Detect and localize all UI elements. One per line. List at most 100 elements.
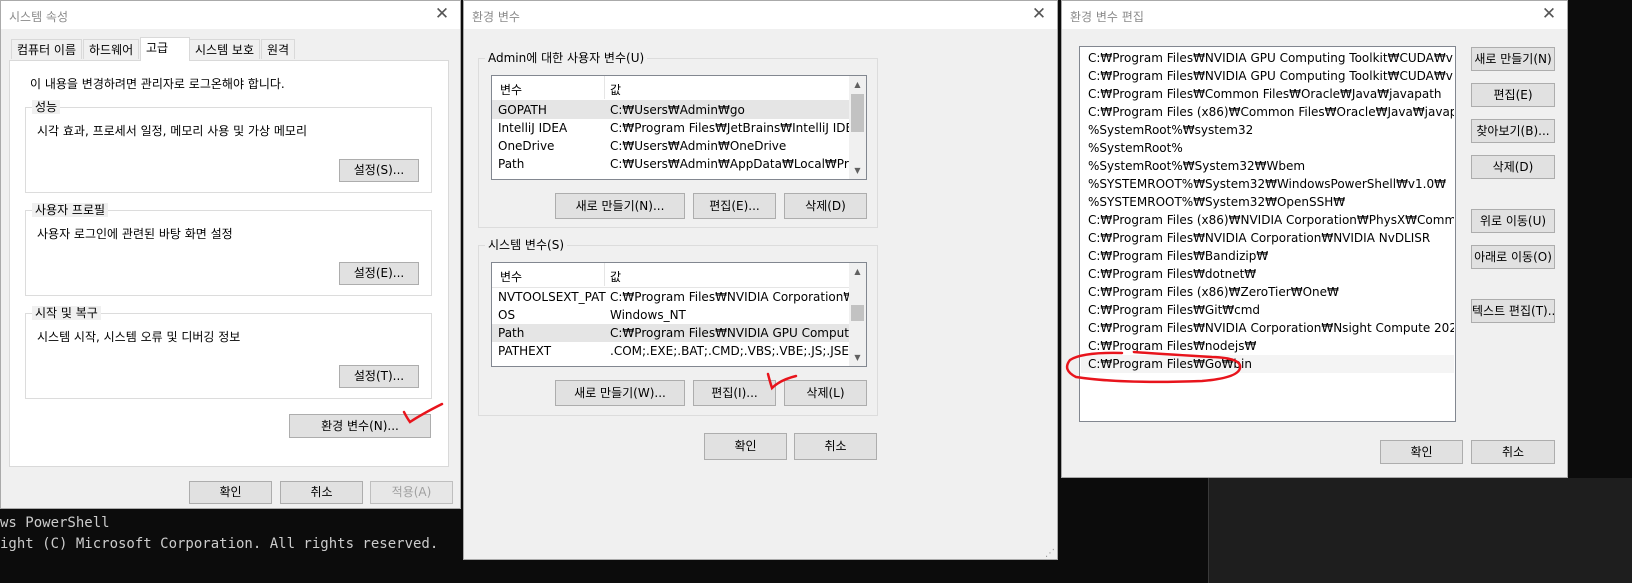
group-label: 성능 [32, 100, 61, 114]
path-entry[interactable]: C:₩Program Files (x86)₩ZeroTier₩One₩ [1081, 283, 1454, 301]
list-item[interactable]: OS Windows_NT [492, 306, 850, 324]
title-bar: 환경 변수 편집 ✕ [1062, 1, 1567, 29]
cancel-button[interactable]: 취소 [280, 481, 363, 504]
path-entry[interactable]: C:₩Program Files₩NVIDIA Corporation₩Nsig… [1081, 319, 1454, 337]
path-entry[interactable]: C:₩Program Files (x86)₩NVIDIA Corporatio… [1081, 211, 1454, 229]
scroll-down-icon[interactable]: ▼ [849, 162, 866, 179]
move-up-button[interactable]: 위로 이동(U) [1471, 209, 1555, 233]
list-item[interactable]: Path C:₩Users₩Admin₩AppData₩Local₩Progra… [492, 155, 850, 173]
scrollbar-thumb[interactable] [851, 94, 864, 132]
path-entry[interactable]: %SystemRoot%₩System32₩Wbem [1081, 157, 1454, 175]
variable-name: OS [498, 308, 516, 322]
resize-grip-icon[interactable]: ⋰ [1045, 548, 1055, 559]
tab-system-protection[interactable]: 시스템 보호 [189, 39, 261, 59]
column-header-value[interactable]: 값 [610, 268, 621, 285]
cancel-button[interactable]: 취소 [1471, 440, 1555, 464]
close-icon[interactable]: ✕ [1531, 1, 1567, 29]
list-item[interactable]: IntelliJ IDEA C:₩Program Files₩JetBrains… [492, 119, 850, 137]
path-entry[interactable]: C:₩Program Files (x86)₩Common Files₩Orac… [1081, 103, 1454, 121]
path-entry[interactable]: %SystemRoot%₩system32 [1081, 121, 1454, 139]
close-icon[interactable]: ✕ [1021, 1, 1057, 29]
path-entry[interactable]: C:₩Program Files₩Bandizip₩ [1081, 247, 1454, 265]
scroll-up-icon[interactable]: ▲ [849, 263, 866, 280]
list-item[interactable]: NVTOOLSEXT_PATH C:₩Program Files₩NVIDIA … [492, 288, 850, 306]
tab-hardware[interactable]: 하드웨어 [83, 39, 140, 59]
variable-name: PATHEXT [498, 344, 552, 358]
tab-advanced[interactable]: 고급 [140, 37, 190, 61]
window-title: 환경 변수 편집 [1070, 10, 1144, 24]
variable-name: OneDrive [498, 139, 555, 153]
performance-settings-button[interactable]: 설정(S)... [339, 159, 419, 182]
user-delete-button[interactable]: 삭제(D) [784, 193, 867, 219]
path-entry[interactable]: C:₩Program Files₩Git₩cmd [1081, 301, 1454, 319]
close-icon[interactable]: ✕ [424, 1, 460, 29]
user-edit-button[interactable]: 편집(E)... [693, 193, 776, 219]
ok-button[interactable]: 확인 [704, 433, 787, 460]
column-header-variable[interactable]: 변수 [500, 81, 522, 98]
new-button[interactable]: 새로 만들기(N) [1471, 47, 1555, 71]
path-entries-list[interactable]: C:₩Program Files₩NVIDIA GPU Computing To… [1079, 46, 1456, 422]
scroll-up-icon[interactable]: ▲ [849, 76, 866, 93]
column-separator[interactable] [604, 76, 605, 99]
list-item[interactable]: Path C:₩Program Files₩NVIDIA GPU Computi… [492, 324, 850, 342]
path-entry[interactable]: %SYSTEMROOT%₩System32₩WindowsPowerShell₩… [1081, 175, 1454, 193]
column-header-value[interactable]: 값 [610, 81, 621, 98]
list-item[interactable]: OneDrive C:₩Users₩Admin₩OneDrive [492, 137, 850, 155]
path-entry-selected[interactable]: C:₩Program Files₩Go₩bin [1081, 355, 1454, 373]
group-description: 사용자 로그인에 관련된 바탕 화면 설정 [37, 227, 233, 241]
path-entry[interactable]: %SystemRoot% [1081, 139, 1454, 157]
variable-value: C:₩Users₩Admin₩AppData₩Local₩Progra... [610, 157, 850, 171]
scroll-down-icon[interactable]: ▼ [849, 349, 866, 366]
column-separator[interactable] [604, 263, 605, 286]
column-header-variable[interactable]: 변수 [500, 268, 522, 285]
system-new-button[interactable]: 새로 만들기(W)... [555, 380, 685, 406]
path-entry[interactable]: C:₩Program Files₩NVIDIA GPU Computing To… [1081, 67, 1454, 85]
list-item[interactable]: PATHEXT .COM;.EXE;.BAT;.CMD;.VBS;.VBE;.J… [492, 342, 850, 360]
tab-remote[interactable]: 원격 [261, 39, 296, 59]
group-label: 시작 및 복구 [32, 306, 101, 320]
variable-value: C:₩Program Files₩JetBrains₩IntelliJ IDEA… [610, 121, 850, 135]
startup-settings-button[interactable]: 설정(T)... [339, 365, 419, 388]
system-delete-button[interactable]: 삭제(L) [784, 380, 867, 406]
scrollbar-thumb[interactable] [851, 305, 864, 321]
path-entry[interactable]: C:₩Program Files₩dotnet₩ [1081, 265, 1454, 283]
tab-computer-name[interactable]: 컴퓨터 이름 [11, 39, 83, 59]
cancel-button[interactable]: 취소 [794, 433, 877, 460]
title-bar: 환경 변수 ✕ [464, 1, 1057, 29]
profiles-settings-button[interactable]: 설정(E)... [339, 262, 419, 285]
group-description: 시각 효과, 프로세서 일정, 메모리 사용 및 가상 메모리 [37, 124, 307, 138]
variable-name: GOPATH [498, 103, 547, 117]
startup-recovery-group: 시작 및 복구 시스템 시작, 시스템 오류 및 디버깅 정보 설정(T)... [25, 306, 432, 399]
terminal-background: ws PowerShell ight (C) Microsoft Corpora… [0, 515, 480, 583]
path-entry[interactable]: C:₩Program Files₩NVIDIA GPU Computing To… [1081, 49, 1454, 67]
path-entry[interactable]: C:₩Program Files₩Common Files₩Oracle₩Jav… [1081, 85, 1454, 103]
edit-button[interactable]: 편집(E) [1471, 83, 1555, 107]
ok-button[interactable]: 확인 [1380, 440, 1463, 464]
environment-variables-button[interactable]: 환경 변수(N)... [289, 414, 431, 438]
user-variables-list[interactable]: 변수 값 GOPATH C:₩Users₩Admin₩go IntelliJ I… [491, 75, 867, 180]
variable-name: NVTOOLSEXT_PATH [498, 290, 606, 304]
edit-text-button[interactable]: 텍스트 편집(T)... [1471, 299, 1555, 323]
group-label: 시스템 변수(S) [485, 238, 567, 252]
path-entry[interactable]: C:₩Program Files₩nodejs₩ [1081, 337, 1454, 355]
delete-button[interactable]: 삭제(D) [1471, 155, 1555, 179]
system-edit-button[interactable]: 편집(I)... [693, 380, 776, 406]
ok-button[interactable]: 확인 [189, 481, 272, 504]
variable-name: Path [498, 326, 525, 340]
environment-variables-dialog: 환경 변수 ✕ Admin에 대한 사용자 변수(U) 변수 값 GOPATH … [463, 0, 1058, 560]
path-entry[interactable]: C:₩Program Files₩NVIDIA Corporation₩NVID… [1081, 229, 1454, 247]
vertical-scrollbar[interactable]: ▲ ▼ [849, 263, 866, 366]
variable-value: .COM;.EXE;.BAT;.CMD;.VBS;.VBE;.JS;.JSE;.… [610, 344, 850, 358]
performance-group: 성능 시각 효과, 프로세서 일정, 메모리 사용 및 가상 메모리 설정(S)… [25, 100, 432, 193]
vertical-scrollbar[interactable]: ▲ ▼ [849, 76, 866, 179]
list-item[interactable]: GOPATH C:₩Users₩Admin₩go [492, 101, 850, 119]
user-new-button[interactable]: 새로 만들기(N)... [555, 193, 685, 219]
path-entry[interactable]: %SYSTEMROOT%₩System32₩OpenSSH₩ [1081, 193, 1454, 211]
browse-button[interactable]: 찾아보기(B)... [1471, 119, 1555, 143]
window-title: 시스템 속성 [9, 10, 69, 24]
system-variables-list[interactable]: 변수 값 NVTOOLSEXT_PATH C:₩Program Files₩NV… [491, 262, 867, 367]
group-label: 사용자 프로필 [32, 203, 109, 217]
terminal-line-2: ight (C) Microsoft Corporation. All righ… [0, 536, 439, 552]
apply-button[interactable]: 적용(A) [370, 481, 453, 504]
move-down-button[interactable]: 아래로 이동(O) [1471, 245, 1555, 269]
